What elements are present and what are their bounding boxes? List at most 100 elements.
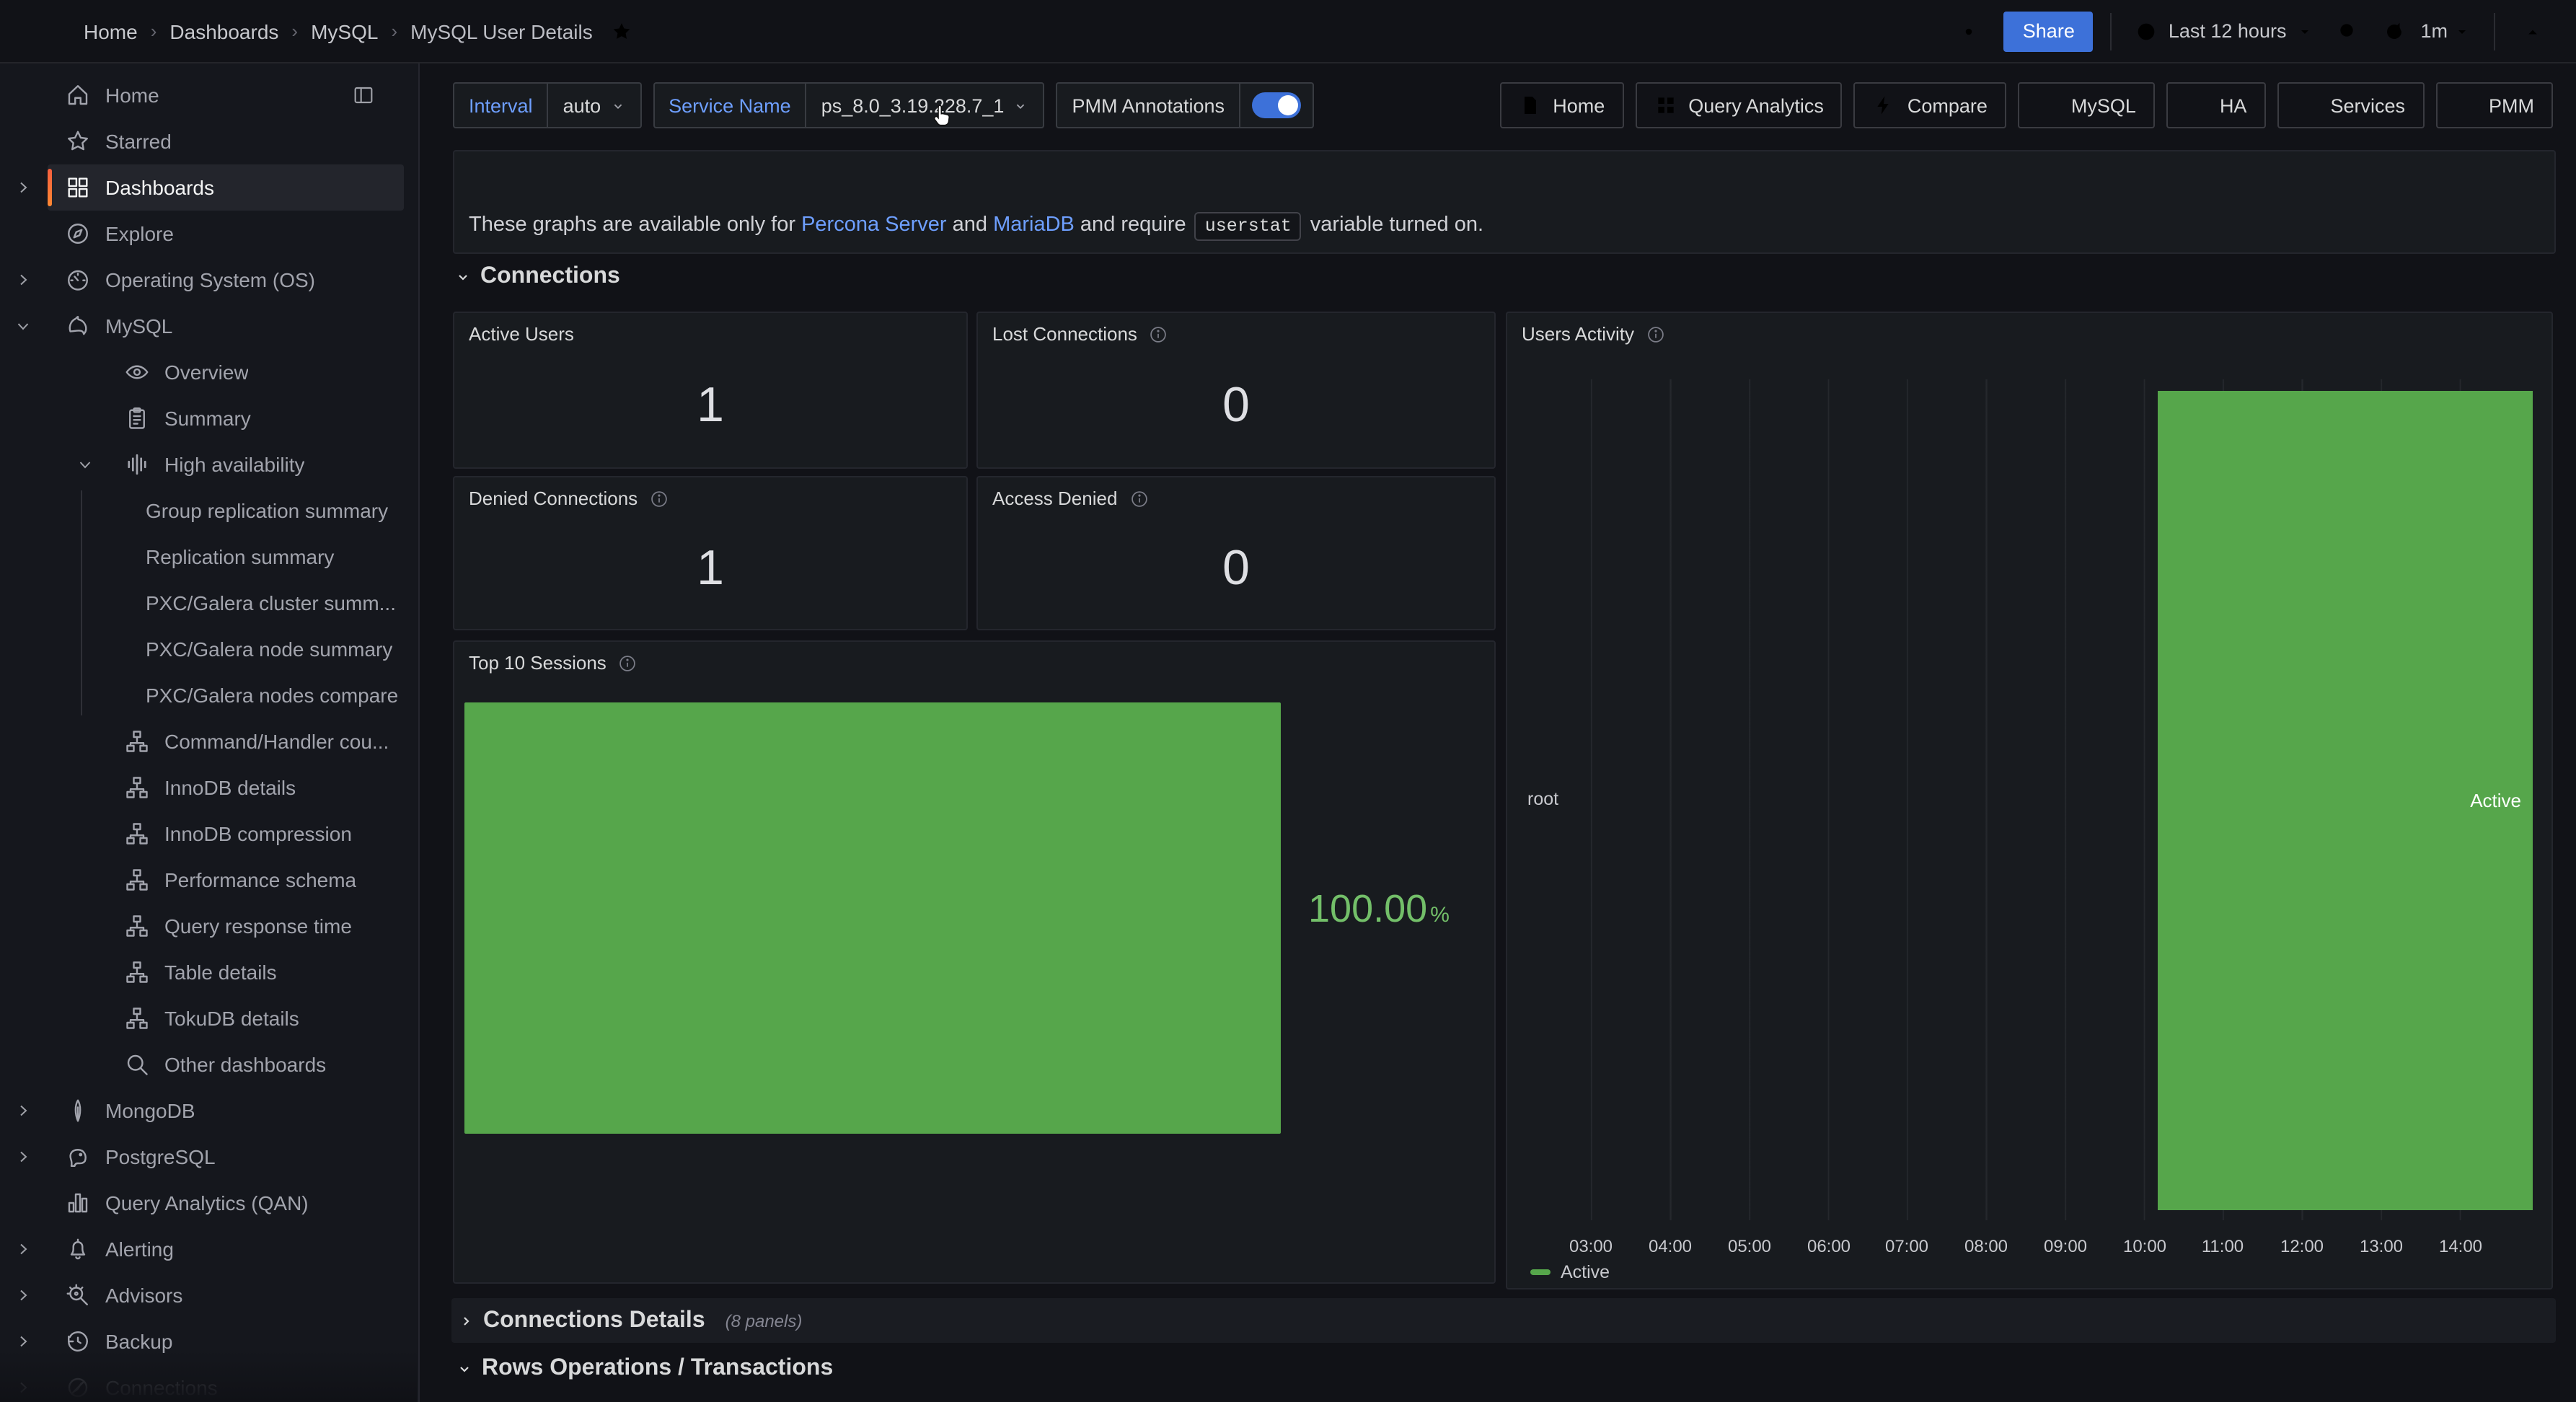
bar-chart-icon xyxy=(65,1190,91,1216)
search-icon xyxy=(124,1052,150,1077)
chevron-right-icon[interactable] xyxy=(14,1287,32,1304)
sidebar-item-operating-system[interactable]: Operating System (OS) xyxy=(48,257,404,303)
sidebar-item-pxc-galera-node-summary[interactable]: PXC/Galera node summary xyxy=(48,626,404,672)
sidebar-item-pxc-galera-nodes-compare[interactable]: PXC/Galera nodes compare xyxy=(48,672,404,718)
pmm-annotations-toggle-wrap xyxy=(1239,82,1314,128)
mongodb-leaf-icon xyxy=(65,1098,91,1124)
time-range-picker[interactable]: Last 12 hours xyxy=(2130,19,2320,43)
chevron-right-icon[interactable] xyxy=(14,1333,32,1350)
zoom-out-time-button[interactable] xyxy=(2328,11,2368,51)
collapse-topbar-button[interactable] xyxy=(2513,11,2553,51)
percona-server-link[interactable]: Percona Server xyxy=(801,213,947,237)
interval-label: Interval xyxy=(469,94,533,116)
chevron-right-icon[interactable] xyxy=(14,271,32,288)
chevron-down-icon[interactable] xyxy=(76,456,94,473)
mysql-dolphin-icon xyxy=(65,313,91,339)
link-services-button[interactable]: Services xyxy=(2277,82,2424,128)
panel-count: (8 panels) xyxy=(725,1310,803,1331)
sidebar-item-query-response-time[interactable]: Query response time xyxy=(48,903,404,949)
service-name-variable: Service Name ps_8.0_3.19.228.7_1 xyxy=(653,82,1044,128)
breadcrumb-mysql[interactable]: MySQL xyxy=(311,19,378,43)
menu-icon xyxy=(2185,94,2208,117)
x-tick: 06:00 xyxy=(1807,1236,1851,1256)
mariadb-link[interactable]: MariaDB xyxy=(993,213,1075,237)
chevron-down-icon xyxy=(454,268,472,286)
link-mysql-button[interactable]: MySQL xyxy=(2018,82,2155,128)
link-pmm-button[interactable]: PMM xyxy=(2435,82,2553,128)
star-icon xyxy=(65,128,91,154)
sidebar-item-summary[interactable]: Summary xyxy=(48,395,404,441)
sitemap-icon xyxy=(124,1005,150,1031)
sidebar-item-mongodb[interactable]: MongoDB xyxy=(48,1088,404,1134)
sidebar-item-command-handler-counters[interactable]: Command/Handler cou... xyxy=(48,718,404,764)
sidebar-item-home[interactable]: Home xyxy=(48,72,404,118)
breadcrumb-dashboards[interactable]: Dashboards xyxy=(169,19,278,43)
breadcrumb-current-page: MySQL User Details xyxy=(410,19,593,43)
chevron-right-icon[interactable] xyxy=(14,1102,32,1119)
info-icon[interactable] xyxy=(618,653,638,673)
share-button[interactable]: Share xyxy=(2004,11,2094,51)
bell-icon xyxy=(65,1236,91,1262)
sidebar-item-query-analytics-qan[interactable]: Query Analytics (QAN) xyxy=(48,1180,404,1226)
sidebar-item-alerting[interactable]: Alerting xyxy=(48,1226,404,1272)
favorite-star-button[interactable] xyxy=(601,11,642,51)
breadcrumb-home[interactable]: Home xyxy=(84,19,138,43)
dashboard-settings-button[interactable] xyxy=(1949,11,1990,51)
hamburger-icon xyxy=(32,19,55,43)
pmm-annotations-toggle[interactable] xyxy=(1252,92,1301,118)
sidebar-item-performance-schema[interactable]: Performance schema xyxy=(48,857,404,903)
chevron-right-icon[interactable] xyxy=(14,179,32,196)
section-connections-details[interactable]: Connections Details (8 panels) xyxy=(451,1298,2556,1343)
dock-menu-icon[interactable] xyxy=(352,84,375,107)
link-home-button[interactable]: Home xyxy=(1499,82,1623,128)
chevron-down-icon[interactable] xyxy=(14,317,32,335)
active-state-bar[interactable]: Active xyxy=(2158,391,2533,1210)
info-icon[interactable] xyxy=(1149,324,1169,344)
info-icon[interactable] xyxy=(1129,488,1149,508)
mega-menu-toggle-button[interactable] xyxy=(23,11,63,51)
sessions-bar[interactable] xyxy=(464,702,1281,1134)
top-nav: Home Dashboards MySQL MySQL User Details… xyxy=(0,0,2576,63)
sidebar-item-innodb-details[interactable]: InnoDB details xyxy=(48,764,404,811)
menu-icon xyxy=(2037,94,2060,117)
legend-item-active[interactable]: Active xyxy=(1530,1262,1610,1282)
x-tick: 10:00 xyxy=(2123,1236,2166,1256)
sidebar-item-pxc-galera-cluster-summary[interactable]: PXC/Galera cluster summ... xyxy=(48,580,404,626)
sidebar-item-advisors[interactable]: Advisors xyxy=(48,1272,404,1318)
pmm-annotations-control: PMM Annotations xyxy=(1056,82,1314,128)
sidebar-item-table-details[interactable]: Table details xyxy=(48,949,404,995)
sidebar-item-innodb-compression[interactable]: InnoDB compression xyxy=(48,811,404,857)
sidebar-item-tokudb-details[interactable]: TokuDB details xyxy=(48,995,404,1041)
x-tick: 09:00 xyxy=(2044,1236,2087,1256)
sidebar-item-group-replication-summary[interactable]: Group replication summary xyxy=(48,488,404,534)
breadcrumb: Home Dashboards MySQL MySQL User Details xyxy=(84,19,593,43)
service-name-dropdown[interactable]: ps_8.0_3.19.228.7_1 xyxy=(806,82,1045,128)
compass-icon xyxy=(65,221,91,247)
section-rows-operations[interactable]: Rows Operations / Transactions xyxy=(456,1356,833,1382)
link-ha-button[interactable]: HA xyxy=(2166,82,2266,128)
chevron-right-icon[interactable] xyxy=(14,1240,32,1258)
panel-access-denied: Access Denied 0 xyxy=(976,476,1496,630)
sidebar-item-starred[interactable]: Starred xyxy=(48,118,404,164)
info-icon[interactable] xyxy=(1646,324,1666,344)
info-icon[interactable] xyxy=(649,488,669,508)
divider xyxy=(2494,12,2495,50)
sidebar-item-explore[interactable]: Explore xyxy=(48,211,404,257)
sidebar-item-other-dashboards[interactable]: Other dashboards xyxy=(48,1041,404,1088)
sidebar-item-overview[interactable]: Overview xyxy=(48,349,404,395)
link-compare-button[interactable]: Compare xyxy=(1854,82,2006,128)
x-tick: 13:00 xyxy=(2360,1236,2403,1256)
section-connections[interactable]: Connections xyxy=(454,264,620,290)
chevron-right-icon[interactable] xyxy=(14,1148,32,1165)
refresh-interval-label: 1m xyxy=(2420,20,2448,42)
sidebar-item-high-availability[interactable]: High availability xyxy=(48,441,404,488)
sidebar-item-mysql[interactable]: MySQL xyxy=(48,303,404,349)
sidebar-item-postgresql[interactable]: PostgreSQL xyxy=(48,1134,404,1180)
interval-dropdown[interactable]: auto xyxy=(547,82,642,128)
sidebar-mega-menu: Home Starred Dashboards Explore Operatin… xyxy=(0,63,420,1402)
refresh-interval-picker[interactable]: 1m xyxy=(2414,20,2476,42)
refresh-button[interactable] xyxy=(2374,11,2414,51)
sidebar-item-replication-summary[interactable]: Replication summary xyxy=(48,534,404,580)
sidebar-item-dashboards[interactable]: Dashboards xyxy=(48,164,404,211)
link-query-analytics-button[interactable]: Query Analytics xyxy=(1635,82,1843,128)
